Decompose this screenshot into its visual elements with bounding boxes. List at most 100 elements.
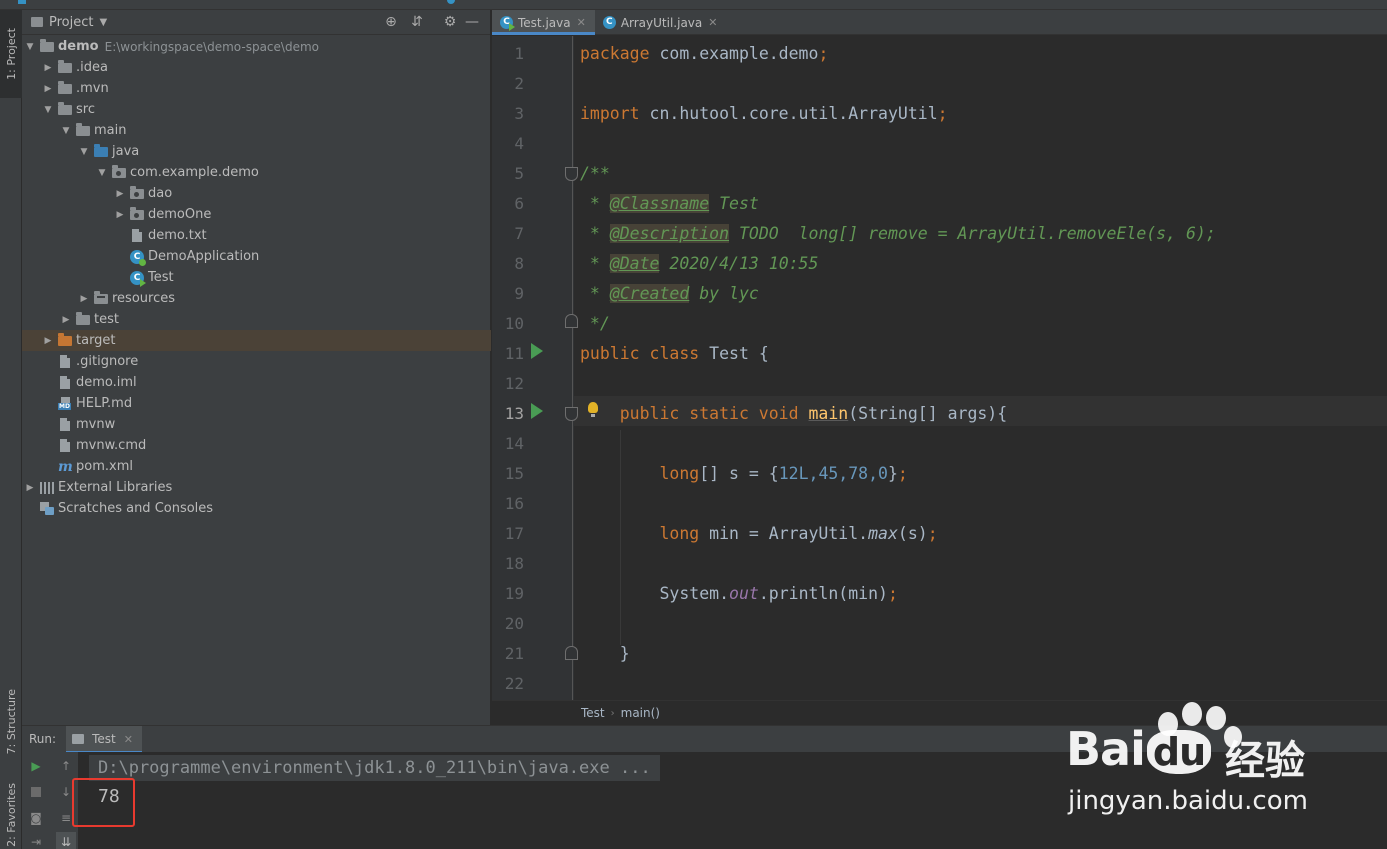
tree-item-test-folder[interactable]: ▶ test [22, 309, 491, 330]
gutter-divider [572, 36, 573, 700]
expand-arrow-icon[interactable]: ▶ [114, 210, 126, 220]
project-icon [31, 17, 43, 27]
code-line-19: System.out.println(min); [580, 584, 898, 603]
tool-tab-structure[interactable]: 7: Structure [0, 680, 22, 764]
run-main-icon[interactable] [531, 403, 543, 419]
tree-item-label: dao [148, 186, 173, 201]
expand-arrow-icon[interactable]: ▶ [42, 63, 54, 73]
code-line-5: /** [580, 164, 610, 183]
close-icon[interactable]: ✕ [708, 16, 717, 29]
breadcrumb-class[interactable]: Test [581, 706, 605, 720]
folder-icon [76, 311, 90, 325]
line-number: 3 [514, 104, 524, 123]
arrow-up-icon[interactable]: ↑ [56, 756, 76, 776]
close-icon[interactable]: ✕ [124, 733, 133, 746]
tool-tab-favorites[interactable]: 2: Favorites [0, 780, 22, 849]
tree-item-mvn[interactable]: ▶ .mvn [22, 78, 491, 99]
editor-tab-bar: C Test.java ✕ C ArrayUtil.java ✕ [492, 10, 1387, 35]
tree-item-src[interactable]: ▼ src [22, 99, 491, 120]
project-panel: Project ▼ ⊕ ⇵ ⚙ — ▼ demo E:\workingspace… [22, 10, 491, 725]
tree-item-test-class[interactable]: ▶ C Test [22, 267, 491, 288]
line-number: 4 [514, 134, 524, 153]
expand-arrow-icon[interactable]: ▼ [96, 168, 108, 178]
tree-item-external-libraries[interactable]: ▶ External Libraries [22, 477, 491, 498]
line-number: 20 [504, 614, 524, 633]
tree-item-label: .gitignore [76, 354, 139, 369]
code-line-6: * @Classname Test [580, 194, 759, 213]
expand-arrow-icon[interactable]: ▼ [60, 126, 72, 136]
breadcrumb-method[interactable]: main() [621, 706, 660, 720]
code-line-11: public class Test { [580, 344, 769, 363]
code-line-9: * @Created by lyc [580, 284, 759, 303]
folder-icon [58, 80, 72, 94]
line-number: 22 [504, 674, 524, 693]
tab-test-java[interactable]: C Test.java ✕ [492, 10, 595, 35]
camera-icon[interactable]: ◙ [26, 808, 46, 828]
expand-arrow-icon[interactable]: ▶ [24, 483, 36, 493]
tree-item-mvnw[interactable]: ▶ mvnw [22, 414, 491, 435]
fold-close-icon[interactable] [565, 646, 578, 660]
line-number: 7 [514, 224, 524, 243]
expand-arrow-icon[interactable]: ▶ [42, 84, 54, 94]
tree-item-demo-iml[interactable]: ▶ demo.iml [22, 372, 491, 393]
tree-item-demoapplication[interactable]: ▶ C DemoApplication [22, 246, 491, 267]
collapse-all-icon[interactable]: ⇵ [409, 14, 425, 30]
expand-arrow-icon[interactable]: ▶ [78, 294, 90, 304]
tree-item-idea[interactable]: ▶ .idea [22, 57, 491, 78]
tree-item-demo[interactable]: ▼ demo E:\workingspace\demo-space\demo [22, 36, 491, 57]
tree-item-gitignore[interactable]: ▶ .gitignore [22, 351, 491, 372]
expand-arrow-icon[interactable]: ▼ [42, 105, 54, 115]
tree-item-label: src [76, 102, 95, 117]
class-icon: C [602, 16, 616, 29]
tree-item-label: main [94, 123, 127, 138]
tree-item-demo-txt[interactable]: ▶ demo.txt [22, 225, 491, 246]
fold-open-icon[interactable] [565, 407, 578, 421]
tree-item-resources[interactable]: ▶ resources [22, 288, 491, 309]
tree-item-mvnw-cmd[interactable]: ▶ mvnw.cmd [22, 435, 491, 456]
source-folder-icon [94, 143, 108, 157]
close-icon[interactable]: ✕ [577, 16, 586, 29]
expand-arrow-icon[interactable]: ▼ [78, 147, 90, 157]
expand-arrow-icon[interactable]: ▶ [114, 189, 126, 199]
line-number: 8 [514, 254, 524, 273]
fold-open-icon[interactable] [565, 167, 578, 181]
chevron-down-icon[interactable]: ▼ [99, 17, 107, 28]
tree-item-scratches[interactable]: ▶ Scratches and Consoles [22, 498, 491, 519]
tab-label: ArrayUtil.java [620, 15, 703, 30]
scroll-to-end-icon[interactable]: ⇊ [56, 832, 76, 849]
hide-panel-icon[interactable]: — [464, 14, 480, 30]
tree-item-label: demoOne [148, 207, 212, 222]
tool-tab-project[interactable]: 1: Project [0, 10, 22, 98]
tree-item-java[interactable]: ▼ java [22, 141, 491, 162]
expand-arrow-icon[interactable]: ▶ [60, 315, 72, 325]
exit-icon[interactable]: ⇥ [26, 832, 46, 849]
tree-item-main[interactable]: ▼ main [22, 120, 491, 141]
rerun-icon[interactable]: ▶ [26, 756, 46, 776]
locate-icon[interactable]: ⊕ [383, 14, 399, 30]
folder-icon [58, 59, 72, 73]
iml-file-icon [60, 376, 70, 389]
expand-arrow-icon[interactable]: ▼ [24, 42, 36, 52]
tree-item-demoone[interactable]: ▶ demoOne [22, 204, 491, 225]
watermark-jingyan: 经验 [1225, 738, 1305, 784]
run-class-icon[interactable] [531, 343, 543, 359]
tree-item-target[interactable]: ▶ target [22, 330, 491, 351]
tree-item-help-md[interactable]: ▶ HELP.md [22, 393, 491, 414]
stop-icon[interactable] [26, 782, 46, 802]
chevron-right-icon: › [610, 707, 615, 719]
package-icon [130, 206, 144, 220]
run-tab-test[interactable]: Test ✕ [66, 725, 142, 753]
line-number: 5 [514, 164, 524, 183]
run-toolbar: ▶ ↑ ↓ ◙ ≡ ⇥ ⇊ [22, 752, 78, 849]
tree-item-com-example-demo[interactable]: ▼ com.example.demo [22, 162, 491, 183]
expand-arrow-icon[interactable]: ▶ [42, 336, 54, 346]
gear-icon[interactable]: ⚙ [442, 14, 458, 30]
tree-item-pom-xml[interactable]: ▶ m pom.xml [22, 456, 491, 477]
tree-item-dao[interactable]: ▶ dao [22, 183, 491, 204]
line-number: 1 [514, 44, 524, 63]
project-view-selector[interactable]: Project [49, 15, 93, 30]
tree-item-label: target [76, 333, 116, 348]
fold-close-icon[interactable] [565, 314, 578, 328]
tab-arrayutil-java[interactable]: C ArrayUtil.java ✕ [595, 10, 727, 35]
runnable-class-icon: C [500, 16, 515, 31]
